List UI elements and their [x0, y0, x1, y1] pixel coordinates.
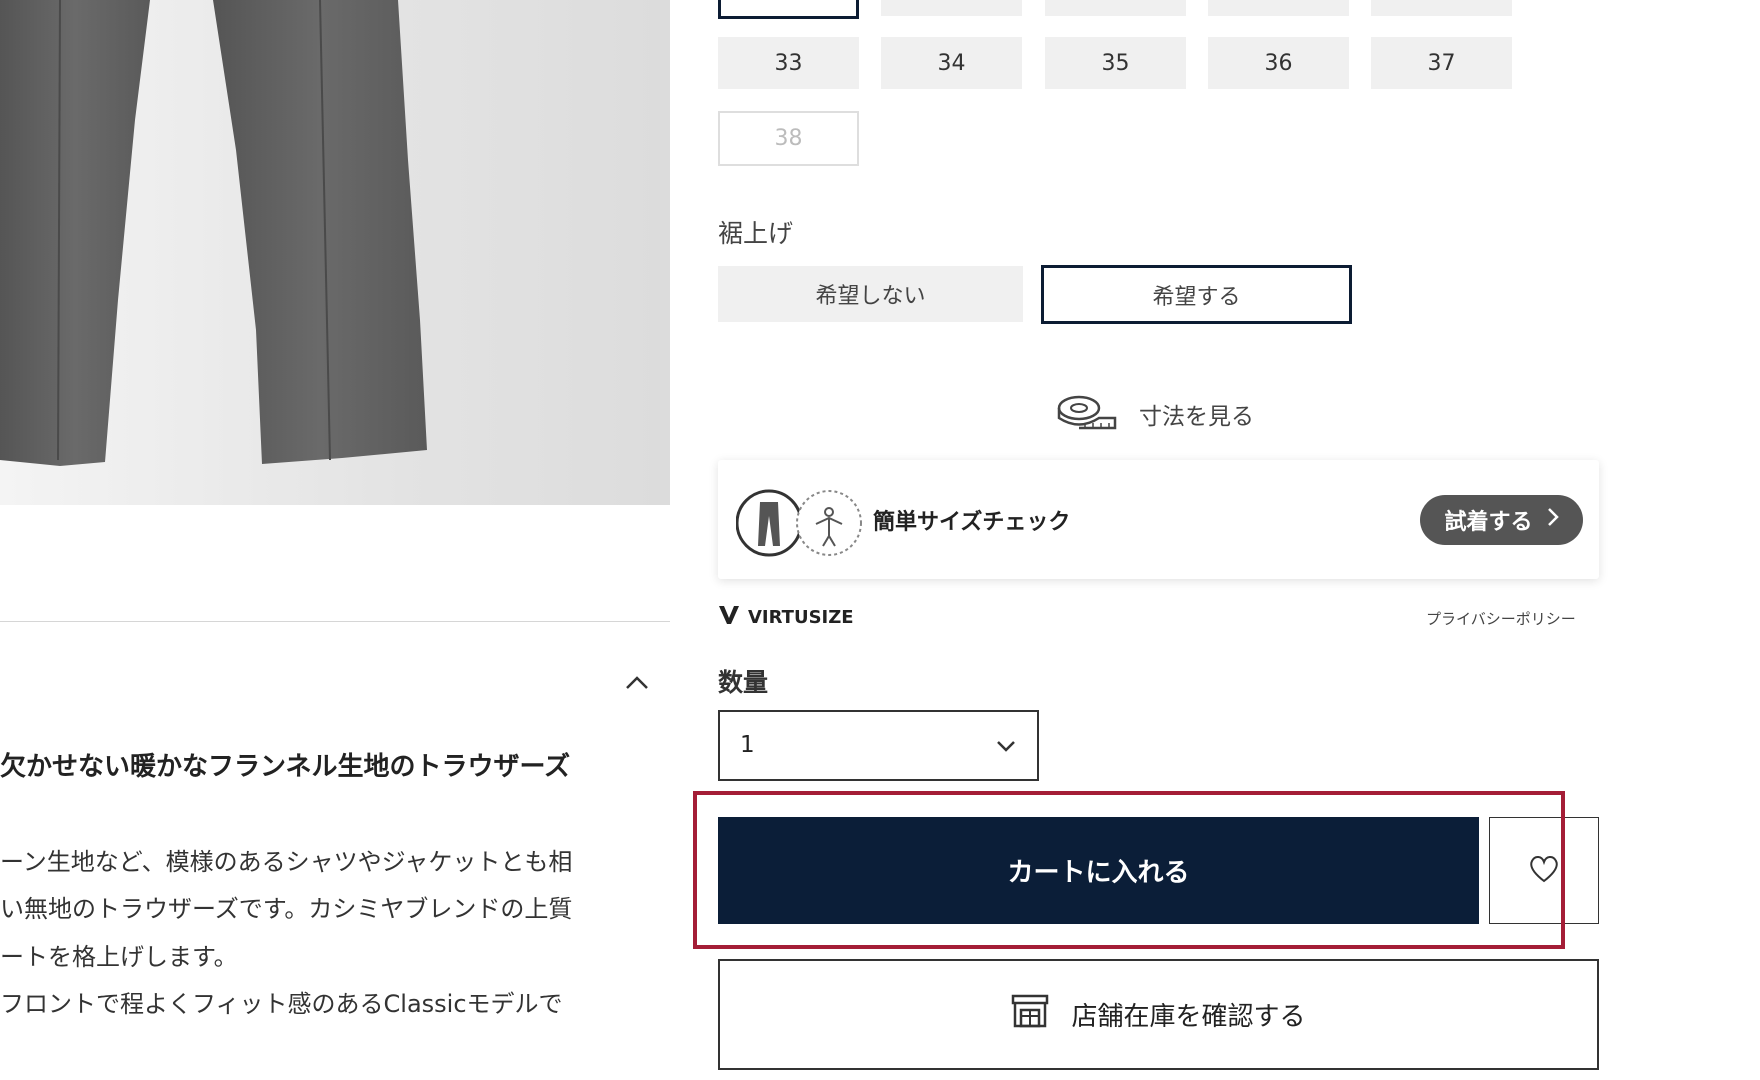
- add-to-cart-label: カートに入れる: [1007, 858, 1190, 888]
- measurements-link-label: 寸法を見る: [1139, 404, 1254, 430]
- size-option-33[interactable]: 33: [718, 37, 859, 89]
- virtusize-logo-icon: [718, 604, 744, 630]
- trousers-avatar-icon: [735, 488, 866, 562]
- size-option[interactable]: [1045, 0, 1186, 16]
- size-option[interactable]: [881, 0, 1022, 16]
- check-store-stock-label: 店舗在庫を確認する: [1071, 1002, 1306, 1032]
- heart-icon: [1529, 855, 1559, 887]
- description-line: い無地のトラウザーズです。カシミヤブレンドの上質: [0, 895, 573, 923]
- try-on-button[interactable]: 試着する: [1420, 495, 1583, 545]
- tape-measure-icon: [1057, 393, 1117, 435]
- size-check-label: 簡単サイズチェック: [873, 510, 1071, 535]
- description-title: 欠かせない暖かなフランネル生地のトラウザーズ: [0, 752, 571, 782]
- description-line: フロントで程よくフィット感のあるClassicモデルで: [0, 990, 563, 1018]
- section-divider: [0, 621, 670, 622]
- hem-option-yes[interactable]: 希望する: [1041, 265, 1352, 324]
- try-on-label: 試着する: [1444, 510, 1533, 535]
- quantity-label: 数量: [718, 668, 769, 697]
- description-line: ーン生地など、模様のあるシャツやジャケットとも相: [0, 848, 573, 876]
- quantity-select[interactable]: 1: [718, 710, 1039, 781]
- trousers-photo: [0, 0, 427, 466]
- chevron-right-icon: [1547, 507, 1559, 533]
- privacy-policy-link[interactable]: プライバシーポリシー: [1426, 608, 1576, 629]
- size-option-34[interactable]: 34: [881, 37, 1022, 89]
- product-image: [0, 0, 670, 505]
- size-option-selected[interactable]: [718, 0, 859, 19]
- size-option[interactable]: [1371, 0, 1512, 16]
- measurements-link[interactable]: 寸法を見る: [1057, 393, 1254, 435]
- size-option-35[interactable]: 35: [1045, 37, 1186, 89]
- virtusize-brand: VIRTUSIZE: [718, 604, 854, 630]
- size-check-card[interactable]: 簡単サイズチェック 試着する: [718, 460, 1599, 579]
- favorite-button[interactable]: [1489, 817, 1599, 924]
- virtusize-brand-label: VIRTUSIZE: [748, 606, 854, 628]
- add-to-cart-button[interactable]: カートに入れる: [718, 817, 1479, 924]
- size-option[interactable]: [1208, 0, 1349, 16]
- size-option-36[interactable]: 36: [1208, 37, 1349, 89]
- check-store-stock-button[interactable]: 店舗在庫を確認する: [718, 959, 1599, 1070]
- hem-label: 裾上げ: [718, 219, 794, 248]
- store-icon: [1011, 994, 1049, 1035]
- hem-option-no[interactable]: 希望しない: [718, 266, 1023, 322]
- chevron-up-icon[interactable]: [622, 668, 652, 698]
- description-line: ートを格上げします。: [0, 943, 238, 971]
- chevron-down-icon: [996, 738, 1016, 757]
- size-option-38-unavailable[interactable]: 38: [718, 111, 859, 166]
- size-option-37[interactable]: 37: [1371, 37, 1512, 89]
- quantity-value: 1: [740, 732, 755, 758]
